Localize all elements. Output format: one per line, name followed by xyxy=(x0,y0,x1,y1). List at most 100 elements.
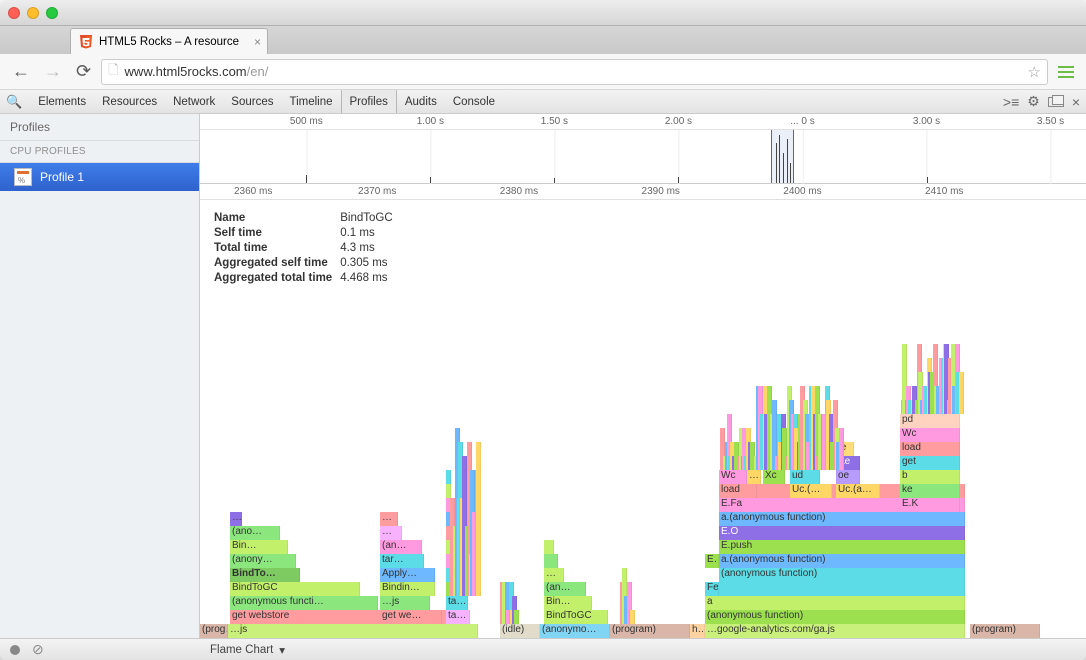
flame-block[interactable]: BindToGC xyxy=(230,582,360,596)
flame-block[interactable]: Wc xyxy=(719,470,747,484)
flame-block[interactable]: … xyxy=(544,568,564,582)
flame-block[interactable]: load xyxy=(900,442,960,456)
flame-block[interactable]: get we… xyxy=(380,610,442,624)
flame-block[interactable]: ud xyxy=(790,470,820,484)
flame-block[interactable]: BindTo… xyxy=(230,568,300,582)
devtools-tab-audits[interactable]: Audits xyxy=(397,90,445,113)
flame-block[interactable]: a.(anonymous function) xyxy=(719,554,965,568)
flame-block[interactable]: Bin… xyxy=(544,596,592,610)
tooltip-key: Total time xyxy=(214,242,338,255)
flame-block[interactable]: Bindin… xyxy=(380,582,435,596)
sidebar-item-profile[interactable]: Profile 1 xyxy=(0,163,199,191)
flame-block[interactable]: Bin… xyxy=(230,540,288,554)
back-button[interactable]: ← xyxy=(8,59,34,84)
flame-block[interactable]: load xyxy=(719,484,757,498)
record-icon[interactable] xyxy=(10,645,20,655)
flame-block[interactable]: (anonymous function) xyxy=(719,568,965,582)
flame-block[interactable]: h… xyxy=(690,624,705,638)
tooltip-val: 4.3 ms xyxy=(340,242,398,255)
flame-block[interactable]: … xyxy=(380,512,398,526)
minimize-window-icon[interactable] xyxy=(27,7,39,19)
flame-block[interactable]: … xyxy=(230,512,242,526)
flame-block[interactable]: tar… xyxy=(380,554,424,568)
flame-block[interactable]: (anonymous functi… xyxy=(230,596,378,610)
overview-tick: 1.00 s xyxy=(417,116,444,127)
window-controls xyxy=(8,7,58,19)
devtools-tab-elements[interactable]: Elements xyxy=(30,90,94,113)
bookmark-icon[interactable]: ☆ xyxy=(1028,63,1041,81)
menu-icon[interactable] xyxy=(1054,62,1078,82)
flame-block[interactable]: Wc xyxy=(900,428,960,442)
flame-block[interactable]: Uc.(… xyxy=(790,484,832,498)
close-window-icon[interactable] xyxy=(8,7,20,19)
flame-block[interactable]: (an… xyxy=(544,582,586,596)
flame-block[interactable]: (program) xyxy=(610,624,690,638)
flame-block[interactable]: …js xyxy=(380,596,430,610)
flame-block[interactable] xyxy=(446,484,451,498)
detail-tick: 2390 ms xyxy=(642,186,680,197)
timeline-overview[interactable]: 500 ms1.00 s1.50 s2.00 s... 0 s3.00 s3.5… xyxy=(200,114,1086,184)
reload-button[interactable]: ⟳ xyxy=(72,59,95,84)
flame-block[interactable]: (ano… xyxy=(230,526,280,540)
flame-chart[interactable]: NameBindToGC Self time0.1 ms Total time4… xyxy=(200,200,1086,638)
flame-block[interactable]: (anony… xyxy=(230,554,296,568)
flame-block[interactable]: E.O xyxy=(719,526,965,540)
flame-block[interactable]: a.(anonymous function) xyxy=(719,512,965,526)
flame-block[interactable]: E… xyxy=(705,554,719,568)
flame-block[interactable]: oe xyxy=(836,470,860,484)
flame-block[interactable]: pd xyxy=(900,414,960,428)
sidebar-category: CPU PROFILES xyxy=(0,141,199,163)
flame-block[interactable]: Apply… xyxy=(380,568,435,582)
flame-block[interactable]: (anonymous function) xyxy=(705,610,965,624)
forward-button[interactable]: → xyxy=(40,59,66,84)
browser-tab[interactable]: HTML5 Rocks – A resource × xyxy=(70,28,268,54)
statusbar: ⊘ Flame Chart ▾ xyxy=(0,638,1086,660)
flame-block[interactable] xyxy=(544,554,558,568)
flame-block[interactable]: b xyxy=(900,470,960,484)
flame-block[interactable]: Fe xyxy=(705,582,719,596)
devtools-tab-resources[interactable]: Resources xyxy=(94,90,165,113)
flame-block[interactable]: …google-analytics.com/ga.js xyxy=(705,624,965,638)
flame-block[interactable]: a xyxy=(705,596,965,610)
titlebar xyxy=(0,0,1086,26)
flame-block[interactable]: …js xyxy=(228,624,478,638)
detail-tick: 2360 ms xyxy=(234,186,272,197)
flame-block[interactable]: Fe xyxy=(705,582,965,596)
flame-block[interactable]: … xyxy=(380,526,402,540)
flame-block[interactable]: ke xyxy=(900,484,960,498)
flame-block[interactable]: ta… xyxy=(446,596,468,610)
flame-block[interactable]: BindToGC xyxy=(544,610,608,624)
devtools-tab-console[interactable]: Console xyxy=(445,90,503,113)
devtools-tab-sources[interactable]: Sources xyxy=(223,90,281,113)
view-selector[interactable]: Flame Chart ▾ xyxy=(200,643,295,657)
sidebar-heading: Profiles xyxy=(0,114,199,141)
devtools-tab-profiles[interactable]: Profiles xyxy=(341,90,397,113)
close-tab-icon[interactable]: × xyxy=(254,35,261,49)
devtools-tabbar: 🔍 ElementsResourcesNetworkSourcesTimelin… xyxy=(0,90,1086,114)
inspect-icon[interactable]: 🔍 xyxy=(6,94,22,110)
flame-block[interactable]: Xc xyxy=(763,470,785,484)
zoom-window-icon[interactable] xyxy=(46,7,58,19)
flame-block[interactable]: (idle) xyxy=(500,624,540,638)
flame-block[interactable]: Uc.(a… xyxy=(836,484,880,498)
flame-block[interactable]: (anonymo… xyxy=(540,624,610,638)
close-devtools-icon[interactable]: × xyxy=(1072,94,1080,110)
flame-block[interactable]: ta… xyxy=(446,610,470,624)
flame-block[interactable] xyxy=(544,540,554,554)
flame-block[interactable] xyxy=(446,470,451,484)
flame-block[interactable]: (prog… xyxy=(200,624,228,638)
flame-block[interactable]: E.push xyxy=(719,540,965,554)
dock-icon[interactable] xyxy=(1048,97,1064,107)
tooltip-key: Self time xyxy=(214,227,338,240)
devtools-tab-timeline[interactable]: Timeline xyxy=(281,90,340,113)
clear-icon[interactable]: ⊘ xyxy=(32,641,44,658)
flame-block[interactable]: … xyxy=(747,470,761,484)
devtools-tab-network[interactable]: Network xyxy=(165,90,223,113)
flame-block[interactable]: E.K xyxy=(900,498,960,512)
flame-block[interactable]: (program) xyxy=(970,624,1040,638)
flame-block[interactable]: (an… xyxy=(380,540,422,554)
console-toggle-icon[interactable]: >≡ xyxy=(1003,94,1019,110)
flame-block[interactable]: get xyxy=(900,456,960,470)
address-bar[interactable]: 🗋 www.html5rocks.com/en/ ☆ xyxy=(101,59,1048,85)
settings-gear-icon[interactable]: ⚙ xyxy=(1027,93,1040,110)
